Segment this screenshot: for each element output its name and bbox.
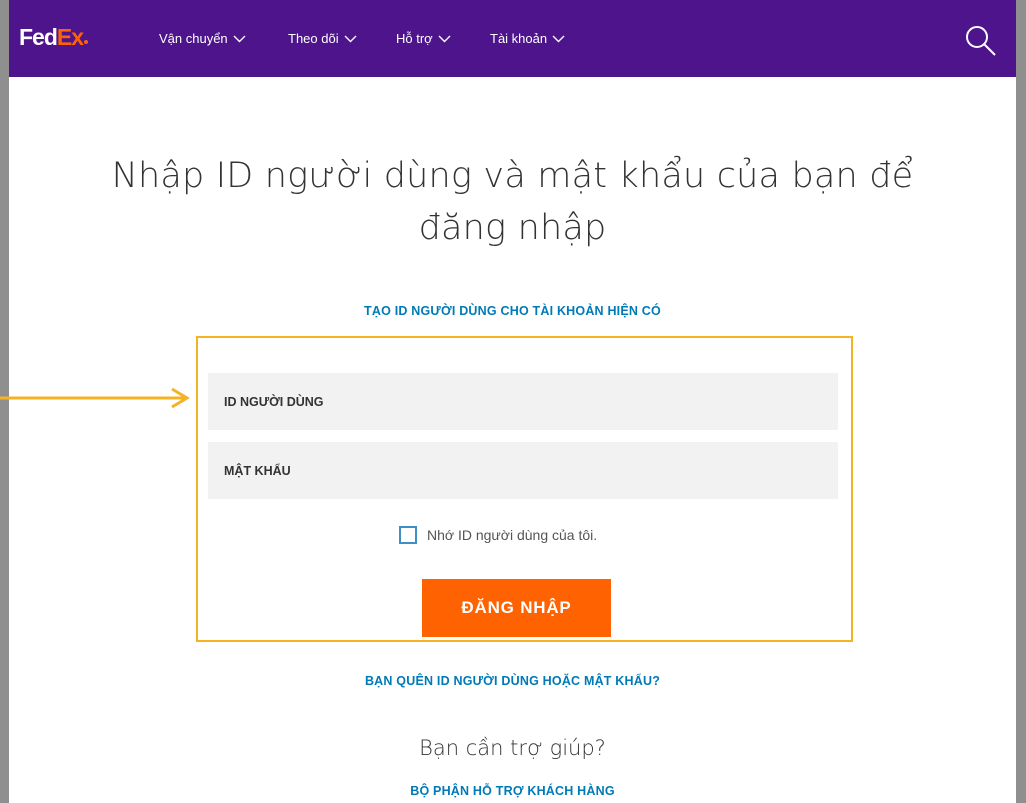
password-label: MẬT KHẨU [224, 464, 291, 478]
login-button[interactable]: ĐĂNG NHẬP [422, 579, 611, 637]
nav-item-label: Theo dõi [288, 31, 339, 46]
remember-me-checkbox[interactable] [399, 526, 417, 544]
page-title-line1: Nhập ID người dùng và mật khẩu của bạn đ… [111, 156, 914, 196]
page-title: Nhập ID người dùng và mật khẩu của bạn đ… [9, 150, 1016, 254]
create-user-id-link[interactable]: TẠO ID NGƯỜI DÙNG CHO TÀI KHOẢN HIỆN CÓ [9, 303, 1016, 319]
nav-item-support[interactable]: Hỗ trợ [396, 31, 451, 47]
nav-item-label: Vận chuyển [159, 31, 228, 46]
page-title-line2: đăng nhập [418, 208, 607, 248]
help-heading: Bạn cần trợ giúp? [419, 736, 606, 760]
chevron-down-icon [233, 35, 246, 43]
chevron-down-icon [552, 35, 565, 43]
user-id-field[interactable]: ID NGƯỜI DÙNG [208, 373, 838, 430]
chevron-down-icon [344, 35, 357, 43]
screenshot-frame: FedEx Vận chuyển Theo dõi Hỗ trợ Tài kho… [0, 0, 1026, 803]
search-button[interactable] [964, 24, 998, 58]
user-id-label: ID NGƯỜI DÙNG [224, 395, 324, 409]
nav-item-account[interactable]: Tài khoản [490, 31, 565, 47]
arrow-right-icon [0, 387, 190, 409]
nav-item-label: Hỗ trợ [396, 31, 433, 46]
nav-item-tracking[interactable]: Theo dõi [288, 31, 357, 47]
logo-ex: Ex [56, 24, 84, 50]
chevron-down-icon [438, 35, 451, 43]
logo-dot [84, 40, 89, 44]
top-navbar: FedEx Vận chuyển Theo dõi Hỗ trợ Tài kho… [9, 0, 1016, 77]
logo-fed: Fed [19, 24, 58, 50]
nav-item-label: Tài khoản [490, 31, 548, 46]
search-icon [966, 26, 996, 56]
password-field[interactable]: MẬT KHẨU [208, 442, 838, 499]
remember-me-label: Nhớ ID người dùng của tôi. [427, 527, 598, 543]
nav-item-shipping[interactable]: Vận chuyển [159, 31, 246, 47]
fedex-logo[interactable]: FedEx [19, 24, 89, 50]
forgot-credentials-link[interactable]: BẠN QUÊN ID NGƯỜI DÙNG HOẶC MẬT KHẨU? [9, 673, 1016, 689]
remember-me-row: Nhớ ID người dùng của tôi. [399, 526, 597, 544]
customer-support-link[interactable]: BỘ PHẬN HỖ TRỢ KHÁCH HÀNG [9, 783, 1016, 799]
